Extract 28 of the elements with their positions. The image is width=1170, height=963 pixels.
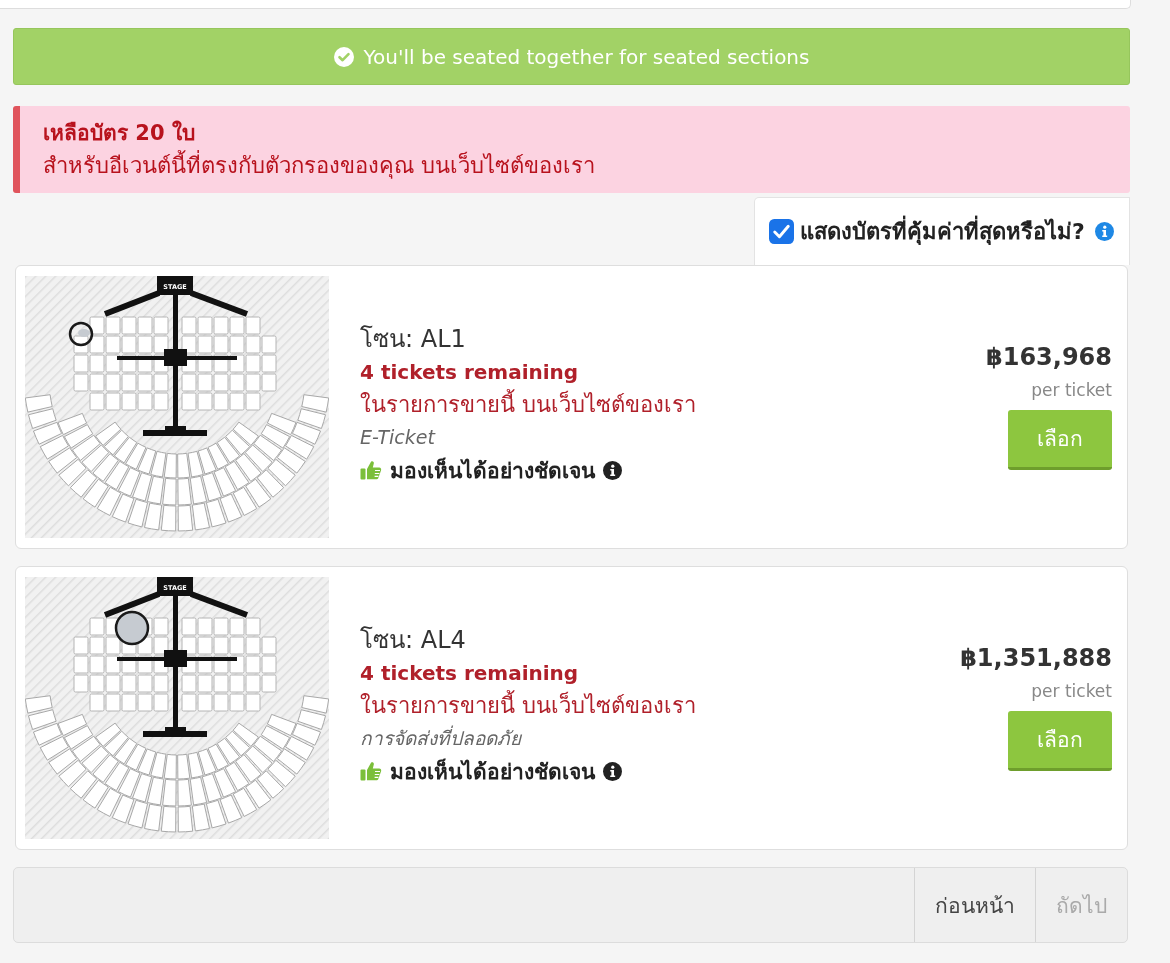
select-button[interactable]: เลือก [1008,410,1112,470]
zone-name: โซน: AL1 [360,324,466,355]
zone-name: โซน: AL4 [360,625,466,656]
info-icon[interactable] [603,460,622,480]
ticket-price: ฿163,968 [986,342,1112,373]
info-icon[interactable] [603,761,622,781]
price-unit: per ticket [1031,379,1112,402]
delivery-type: E-Ticket [360,425,435,450]
availability-note: ในรายการขายนี้ บนเว็บไซต์ของเรา [360,689,696,723]
delivery-type: การจัดส่งที่ปลอดภัย [360,724,521,751]
checkbox-label: แสดงบัตรที่คุ้มค่าที่สุดหรือไม่? [800,214,1085,249]
ticket-price: ฿1,351,888 [960,643,1112,674]
view-note: มองเห็นได้อย่างชัดเจน [390,456,595,485]
tickets-remaining: 4 tickets remaining [360,359,579,386]
map-marker-icon [68,321,94,347]
alert-message: สำหรับอีเวนต์นี้ที่ตรงกับตัวกรองของคุณ บนเว็บไซต์ของเรา [43,149,595,183]
banner-text: You'll be seated together for seated sections [363,44,810,69]
select-button[interactable]: เลือก [1008,711,1112,771]
tickets-remaining: 4 tickets remaining [360,660,579,687]
alert-title: เหลือบัตร 20 ใบ [43,119,195,147]
previous-page-button[interactable]: ก่อนหน้า [914,868,1035,942]
availability-note: ในรายการขายนี้ บนเว็บไซต์ของเรา [360,388,696,422]
price-unit: per ticket [1031,680,1112,703]
thumbs-up-icon [360,761,382,781]
best-value-checkbox[interactable] [769,219,794,244]
view-note: มองเห็นได้อย่างชัดเจน [390,757,595,786]
thumbs-up-icon [360,460,382,480]
check-circle-icon [333,46,354,67]
